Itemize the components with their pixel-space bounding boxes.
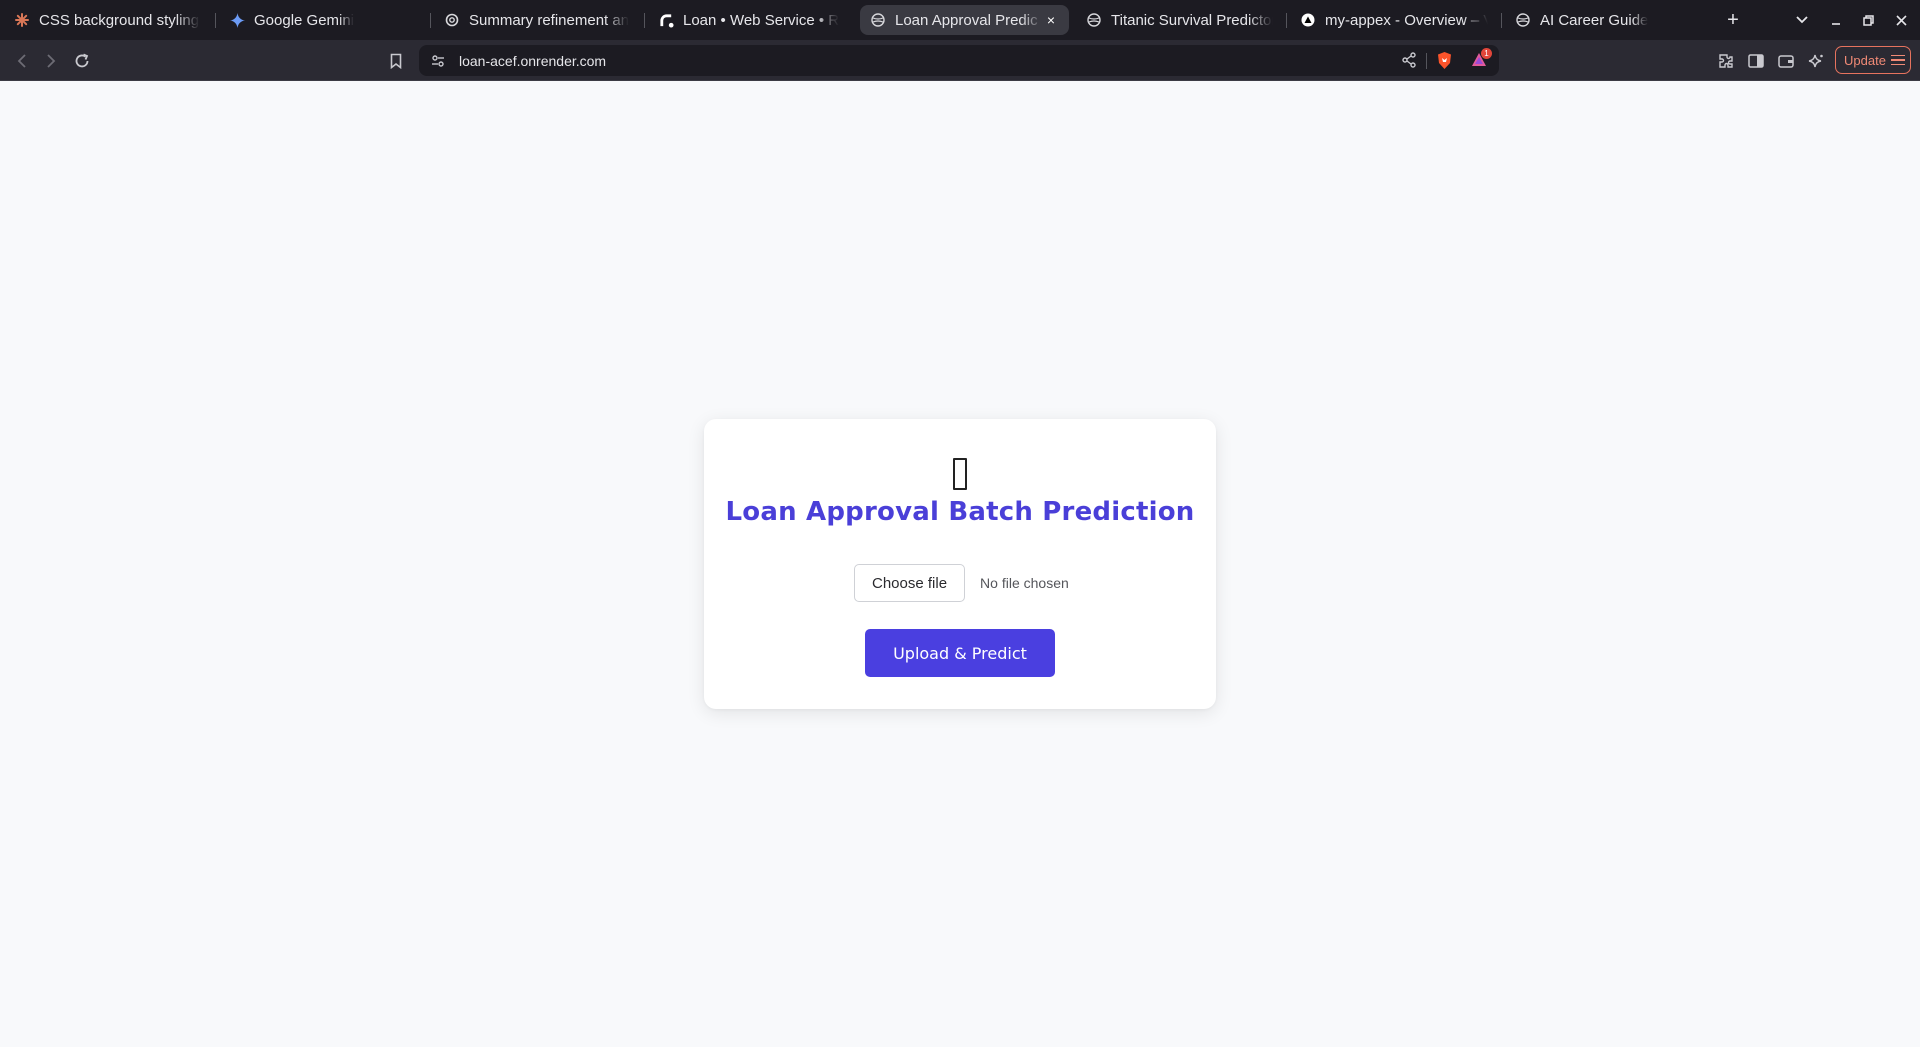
navigation-toolbar: loan-acef.onrender.com 1 Update xyxy=(0,40,1920,81)
claude-icon xyxy=(14,12,30,28)
tab-title: Summary refinement an xyxy=(469,11,630,29)
choose-file-button[interactable]: Choose file xyxy=(854,564,966,602)
tab-separator xyxy=(215,13,216,28)
bookmark-icon[interactable] xyxy=(383,48,409,74)
rewards-badge: 1 xyxy=(1481,48,1492,59)
tab-title: Loan • Web Service • R xyxy=(683,11,840,29)
reload-icon[interactable] xyxy=(69,48,95,74)
tab-title: Titanic Survival Predictor xyxy=(1111,11,1273,29)
vercel-icon xyxy=(1300,12,1316,28)
upload-predict-button[interactable]: Upload & Predict xyxy=(865,629,1055,677)
tab-title: AI Career Guide xyxy=(1540,11,1649,29)
share-icon[interactable] xyxy=(1401,52,1417,71)
tab-claude[interactable]: CSS background styling f xyxy=(4,5,210,35)
missing-emoji-glyph-icon xyxy=(953,458,967,490)
tab-title: Loan Approval Predic xyxy=(895,11,1038,29)
page-title: Loan Approval Batch Prediction xyxy=(725,497,1195,527)
tab-separator xyxy=(644,13,645,28)
file-input[interactable]: Choose file No file chosen xyxy=(854,564,1069,602)
update-button[interactable]: Update xyxy=(1835,46,1911,74)
tab-title: my-appex - Overview – V xyxy=(1325,11,1488,29)
menu-icon xyxy=(1890,54,1905,66)
url-separator xyxy=(1426,53,1427,69)
upload-card: Loan Approval Batch Prediction Choose fi… xyxy=(704,419,1216,709)
tab-title: CSS background styling f xyxy=(39,11,200,29)
leo-ai-icon[interactable] xyxy=(1803,48,1829,74)
sidebar-icon[interactable] xyxy=(1743,48,1769,74)
tab-separator xyxy=(1501,13,1502,28)
tab-separator xyxy=(430,13,431,28)
tab-titanic[interactable]: Titanic Survival Predictor xyxy=(1076,5,1283,35)
site-settings-icon[interactable] xyxy=(428,51,448,71)
globe-icon xyxy=(1515,12,1531,28)
brave-shields-icon[interactable] xyxy=(1436,51,1453,73)
forward-icon[interactable] xyxy=(38,48,64,74)
tab-chatgpt[interactable]: Summary refinement an xyxy=(434,5,641,35)
new-tab-button[interactable]: + xyxy=(1718,0,1748,40)
tab-title: Google Gemini xyxy=(254,11,355,29)
globe-icon xyxy=(1086,12,1102,28)
tab-render-service[interactable]: Loan • Web Service • R xyxy=(648,5,853,35)
back-icon[interactable] xyxy=(9,48,35,74)
close-window-icon[interactable] xyxy=(1886,0,1916,40)
tab-separator xyxy=(1286,13,1287,28)
wallet-icon[interactable] xyxy=(1773,48,1799,74)
globe-icon xyxy=(870,12,886,28)
tab-loan-approval[interactable]: Loan Approval Predic × xyxy=(860,5,1069,35)
chatgpt-icon xyxy=(444,12,460,28)
tab-gemini[interactable]: Google Gemini xyxy=(219,5,425,35)
close-tab-icon[interactable]: × xyxy=(1043,12,1059,28)
restore-icon[interactable] xyxy=(1853,0,1883,40)
page-viewport: Loan Approval Batch Prediction Choose fi… xyxy=(0,81,1920,1047)
tab-ai-career[interactable]: AI Career Guide xyxy=(1505,5,1711,35)
address-bar[interactable]: loan-acef.onrender.com 1 xyxy=(419,45,1499,76)
tab-vercel[interactable]: my-appex - Overview – V xyxy=(1290,5,1498,35)
url-text: loan-acef.onrender.com xyxy=(459,52,607,69)
tab-list-chevron-icon[interactable] xyxy=(1787,0,1817,40)
tab-strip: CSS background styling f Google Gemini S… xyxy=(0,0,1920,40)
extensions-icon[interactable] xyxy=(1713,48,1739,74)
file-status-text: No file chosen xyxy=(980,575,1069,591)
minimize-icon[interactable] xyxy=(1821,0,1851,40)
render-icon xyxy=(658,12,674,28)
update-label: Update xyxy=(1844,52,1886,68)
gemini-icon xyxy=(229,12,245,28)
